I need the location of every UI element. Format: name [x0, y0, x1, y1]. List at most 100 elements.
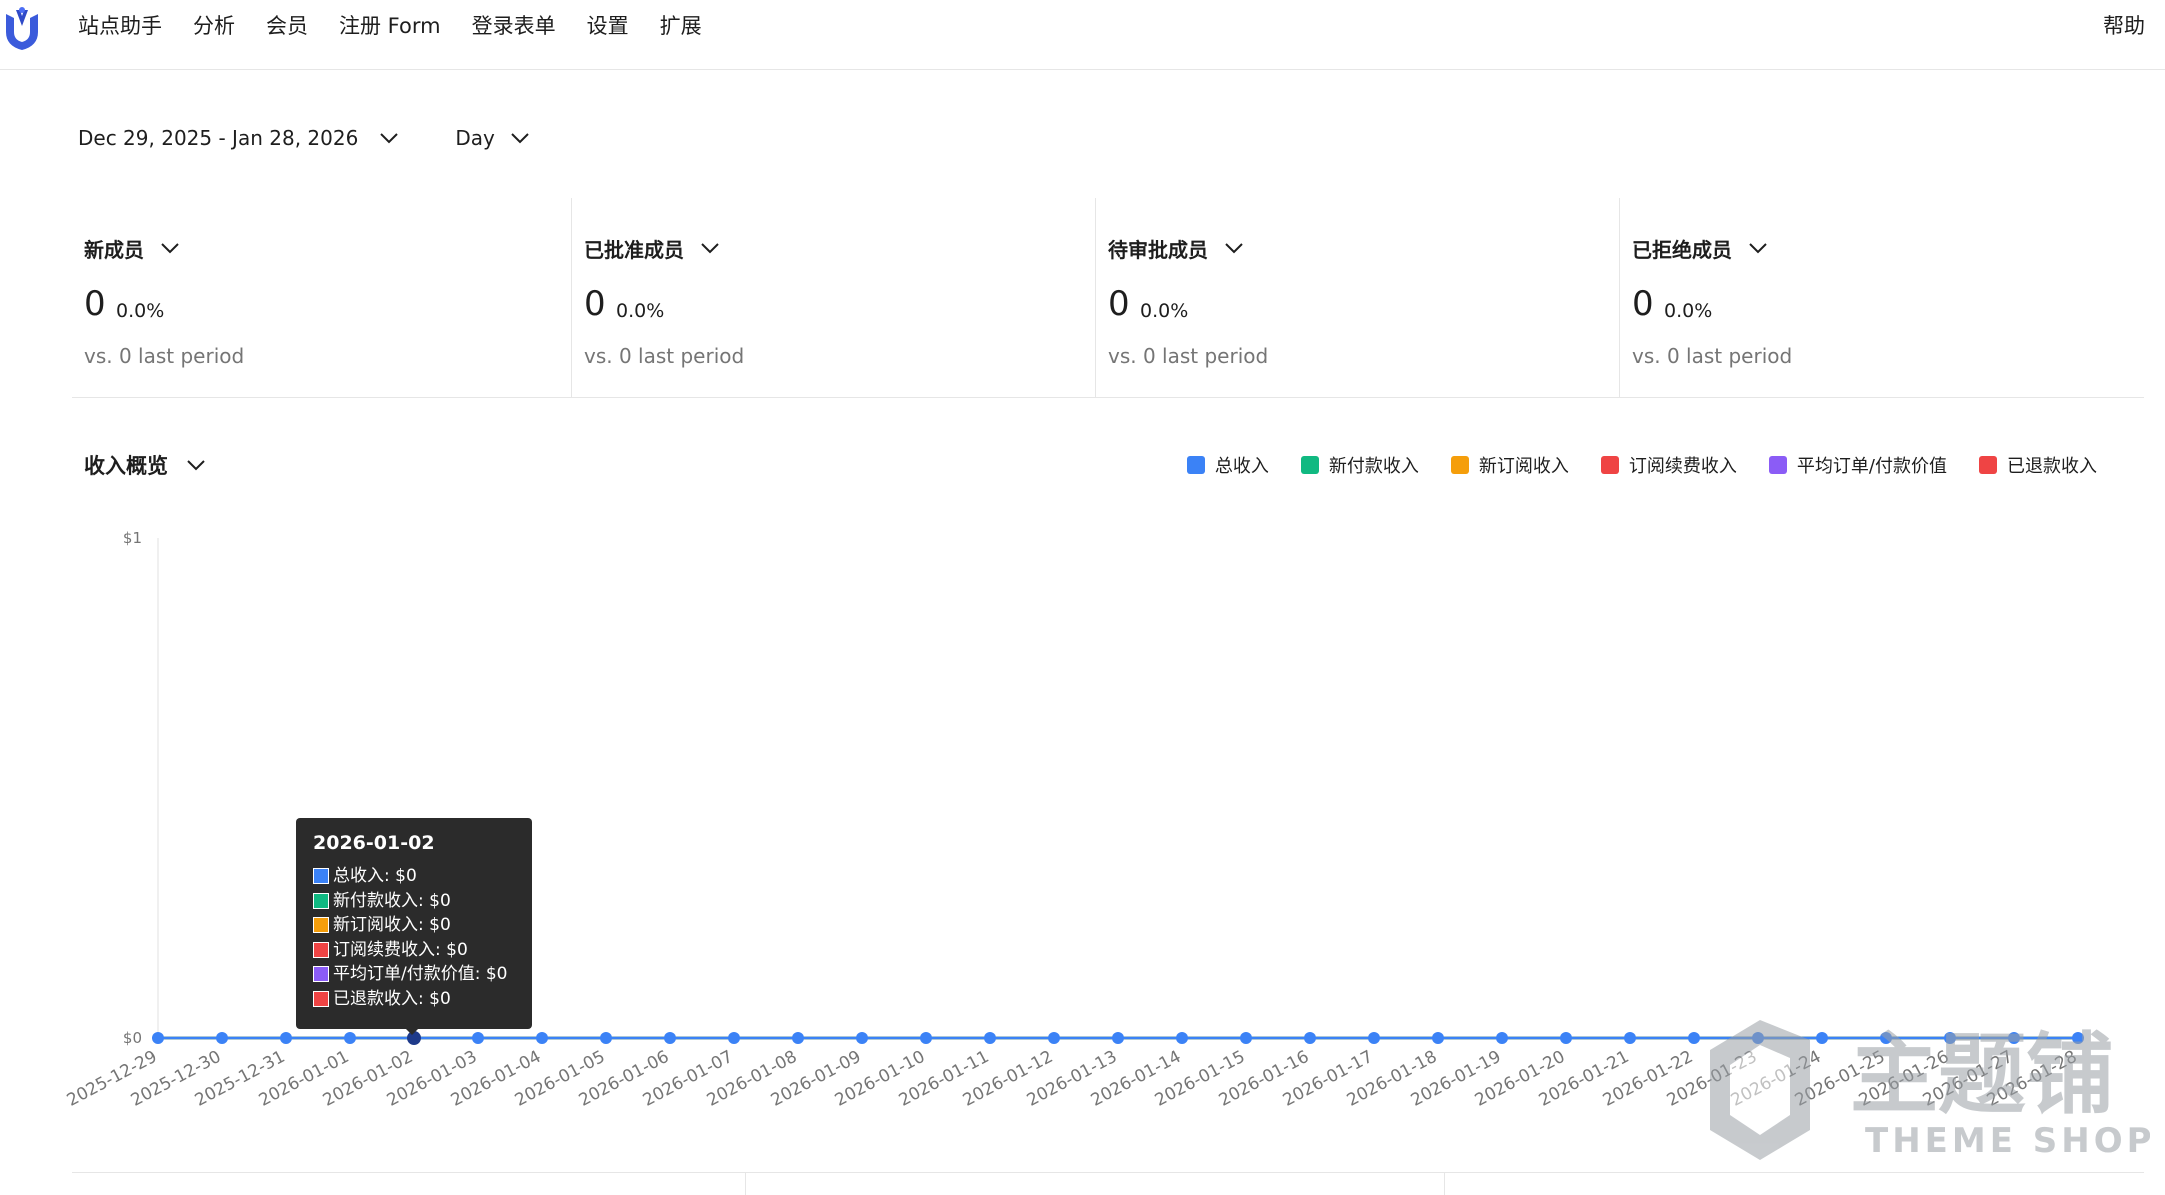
tooltip-row: 已退款收入: $0 — [313, 987, 515, 1012]
stat-value: 0 — [84, 284, 106, 324]
brand-logo-icon[interactable] — [2, 4, 42, 52]
legend-label: 订阅续费收入 — [1628, 456, 1737, 477]
data-point — [1048, 1032, 1060, 1044]
legend-item-total-revenue[interactable]: 总收入 — [1186, 452, 1269, 478]
tooltip-row: 平均订单/付款价值: $0 — [313, 962, 515, 987]
date-range-select[interactable]: Dec 29, 2025 - Jan 28, 2026 — [78, 126, 400, 150]
data-point — [1368, 1032, 1380, 1044]
legend-swatch — [1768, 456, 1787, 474]
legend-item-refunded-revenue[interactable]: 已退款收入 — [1979, 452, 2097, 478]
stat-title: 已批准成员 — [584, 238, 684, 262]
tooltip-arrow — [404, 1027, 420, 1035]
legend-label: 新订阅收入 — [1478, 456, 1569, 477]
stat-title: 待审批成员 — [1108, 238, 1208, 262]
chevron-down-icon — [1749, 243, 1767, 254]
stat-compare: vs. 0 last period — [584, 344, 745, 368]
data-point — [472, 1032, 484, 1044]
data-point — [856, 1032, 868, 1044]
tooltip-swatch — [313, 966, 329, 983]
chevron-down-icon — [161, 243, 179, 254]
main-nav: 站点助手 分析 会员 注册 Form 登录表单 设置 扩展 — [78, 10, 733, 42]
tooltip-swatch — [313, 990, 329, 1007]
legend-swatch — [1600, 456, 1619, 474]
nav-item-login-form[interactable]: 登录表单 — [472, 10, 556, 42]
revenue-overview-title: 收入概览 — [84, 454, 168, 478]
data-point — [1496, 1032, 1508, 1044]
stat-card-new-members: 新成员 0 0.0% vs. 0 last period — [72, 198, 572, 398]
stat-title-select[interactable]: 新成员 — [84, 234, 180, 263]
stat-title-select[interactable]: 待审批成员 — [1108, 234, 1244, 263]
legend-label: 新付款收入 — [1328, 456, 1419, 477]
stat-title-select[interactable]: 已批准成员 — [584, 234, 720, 263]
legend-swatch — [1186, 456, 1205, 474]
data-point — [664, 1032, 676, 1044]
data-point — [280, 1032, 292, 1044]
nav-item-registration-form[interactable]: 注册 Form — [339, 10, 441, 42]
stat-title-select[interactable]: 已拒绝成员 — [1632, 234, 1768, 263]
stat-value: 0 — [1108, 284, 1130, 324]
stat-delta: 0.0% — [616, 300, 665, 322]
interval-select[interactable]: Day — [455, 126, 531, 150]
tooltip-row-text: 总收入: $0 — [333, 866, 417, 886]
nav-item-extensions[interactable]: 扩展 — [660, 10, 702, 42]
stat-delta: 0.0% — [116, 300, 165, 322]
date-range-label: Dec 29, 2025 - Jan 28, 2026 — [78, 126, 359, 150]
help-link[interactable]: 帮助 — [2103, 10, 2145, 42]
top-navigation-bar: 站点助手 分析 会员 注册 Form 登录表单 设置 扩展 帮助 — [0, 0, 2165, 70]
chart-legend: 总收入 新付款收入 新订阅收入 订阅续费收入 平均订单/付款价值 已退款收入 — [1155, 452, 2097, 478]
data-point — [1624, 1032, 1636, 1044]
filter-bar: Dec 29, 2025 - Jan 28, 2026 Day — [78, 126, 531, 150]
nav-item-members[interactable]: 会员 — [266, 10, 308, 42]
legend-item-new-subscription-revenue[interactable]: 新订阅收入 — [1450, 452, 1569, 478]
chevron-down-icon — [1225, 243, 1243, 254]
legend-item-renewal-revenue[interactable]: 订阅续费收入 — [1600, 452, 1737, 478]
divider — [1444, 1172, 1445, 1195]
stat-compare: vs. 0 last period — [1632, 344, 1793, 368]
chevron-down-icon — [511, 133, 529, 144]
tooltip-row: 新付款收入: $0 — [313, 889, 515, 914]
data-point — [1560, 1032, 1572, 1044]
tooltip-row: 总收入: $0 — [313, 864, 515, 889]
data-point — [792, 1032, 804, 1044]
legend-swatch — [1450, 456, 1469, 474]
stat-card-pending-members: 待审批成员 0 0.0% vs. 0 last period — [1096, 198, 1620, 398]
data-point — [1112, 1032, 1124, 1044]
tooltip-swatch — [313, 868, 329, 885]
chart-tooltip: 2026-01-02 总收入: $0 新付款收入: $0 新订阅收入: $0 订… — [296, 818, 532, 1029]
y-tick-label: $0 — [123, 1029, 142, 1047]
data-point — [984, 1032, 996, 1044]
data-point — [920, 1032, 932, 1044]
tooltip-swatch — [313, 892, 329, 909]
data-point — [344, 1032, 356, 1044]
legend-swatch — [1979, 456, 1997, 474]
legend-item-average-order-value[interactable]: 平均订单/付款价值 — [1768, 452, 1947, 478]
nav-item-settings[interactable]: 设置 — [587, 10, 629, 42]
legend-item-new-payment-revenue[interactable]: 新付款收入 — [1300, 452, 1419, 478]
legend-label: 平均订单/付款价值 — [1796, 456, 1947, 477]
stat-value: 0 — [1632, 284, 1654, 324]
stat-compare: vs. 0 last period — [84, 344, 245, 368]
divider — [745, 1172, 746, 1195]
tooltip-row-text: 订阅续费收入: $0 — [333, 939, 468, 960]
chevron-down-icon — [701, 243, 719, 254]
stats-row: 新成员 0 0.0% vs. 0 last period 已批准成员 0 0.0… — [72, 198, 2144, 398]
chevron-down-icon — [380, 133, 399, 144]
revenue-overview-select[interactable]: 收入概览 — [84, 450, 206, 480]
tooltip-row-text: 平均订单/付款价值: $0 — [333, 964, 508, 984]
tooltip-row-text: 新订阅收入: $0 — [333, 915, 451, 935]
stat-title: 新成员 — [84, 238, 144, 262]
data-point — [1240, 1032, 1252, 1044]
tooltip-title: 2026-01-02 — [313, 832, 435, 854]
nav-item-site-assistant[interactable]: 站点助手 — [78, 10, 162, 42]
data-point — [152, 1032, 164, 1044]
y-tick-label: $1 — [123, 529, 142, 547]
data-point — [216, 1032, 228, 1044]
nav-item-analytics[interactable]: 分析 — [193, 10, 235, 42]
stat-compare: vs. 0 last period — [1108, 344, 1269, 368]
legend-label: 总收入 — [1214, 456, 1269, 477]
data-point — [728, 1032, 740, 1044]
tooltip-row: 新订阅收入: $0 — [313, 913, 515, 938]
data-point — [1688, 1032, 1700, 1044]
watermark-text: 主题铺 — [1850, 1023, 2114, 1126]
tooltip-row: 订阅续费收入: $0 — [313, 938, 515, 963]
